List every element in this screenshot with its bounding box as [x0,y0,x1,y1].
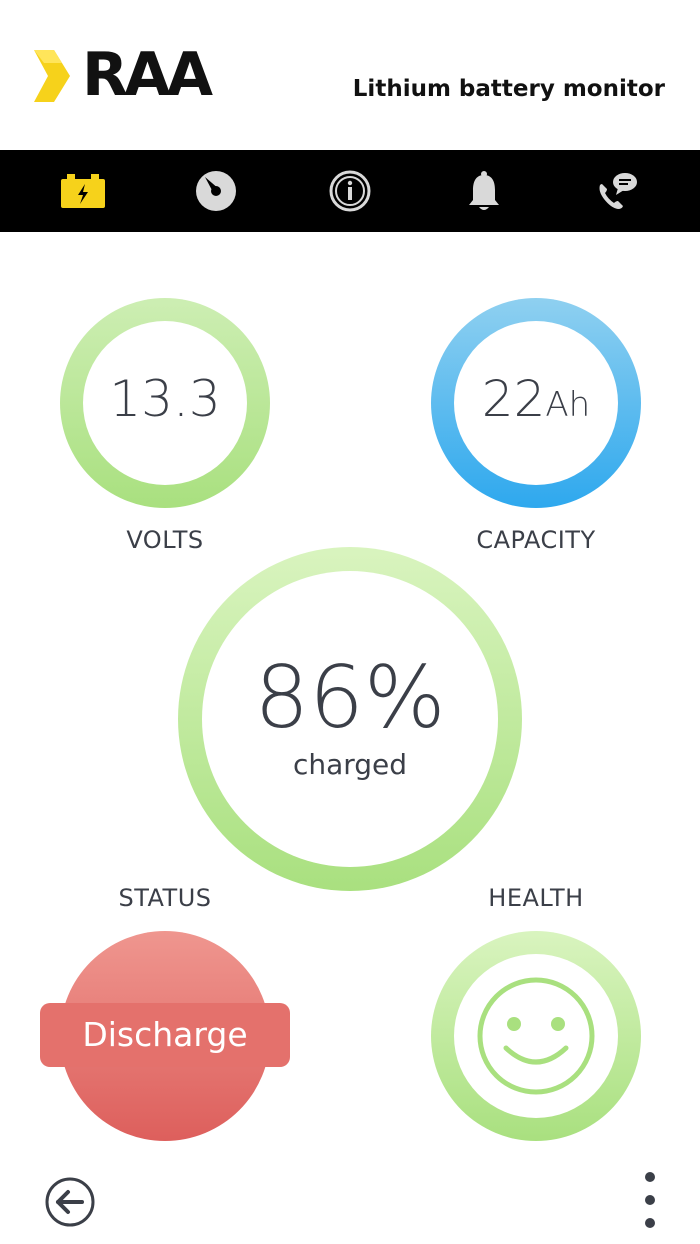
brand-name: RAA [82,40,213,110]
tab-bar [0,150,700,232]
back-arrow-icon [45,1177,95,1227]
volts-label: VOLTS [126,526,204,554]
tab-contact[interactable] [587,161,647,221]
capacity-label: CAPACITY [476,526,596,554]
tab-battery[interactable] [53,161,113,221]
back-button[interactable] [44,1176,96,1228]
capacity-unit: Ah [545,385,591,425]
phone-chat-icon [599,173,638,209]
capacity-value-group: 22Ah [431,370,641,428]
charge-percent: 86% [254,648,446,748]
health-label: HEALTH [488,884,584,912]
smiley-icon [477,977,595,1095]
tab-alerts[interactable] [454,161,514,221]
tab-gauge[interactable] [186,161,246,221]
info-icon [329,170,371,212]
page-title: Lithium battery monitor [352,76,665,102]
raa-logo: RAA [32,42,232,108]
battery-icon [60,174,105,208]
more-vertical-icon [645,1172,655,1182]
charge-subtitle: charged [292,748,408,781]
status-label: STATUS [118,884,212,912]
logo-chevron-icon [34,50,70,102]
tab-info[interactable] [320,161,380,221]
more-options-button[interactable] [636,1172,664,1228]
volts-value: 13.3 [109,370,221,428]
bell-icon [468,171,499,210]
status-value: Discharge [82,1015,248,1054]
app-header: RAA Lithium battery monitor [0,0,700,150]
gauge-icon [196,171,237,211]
capacity-value: 22 [481,370,546,428]
